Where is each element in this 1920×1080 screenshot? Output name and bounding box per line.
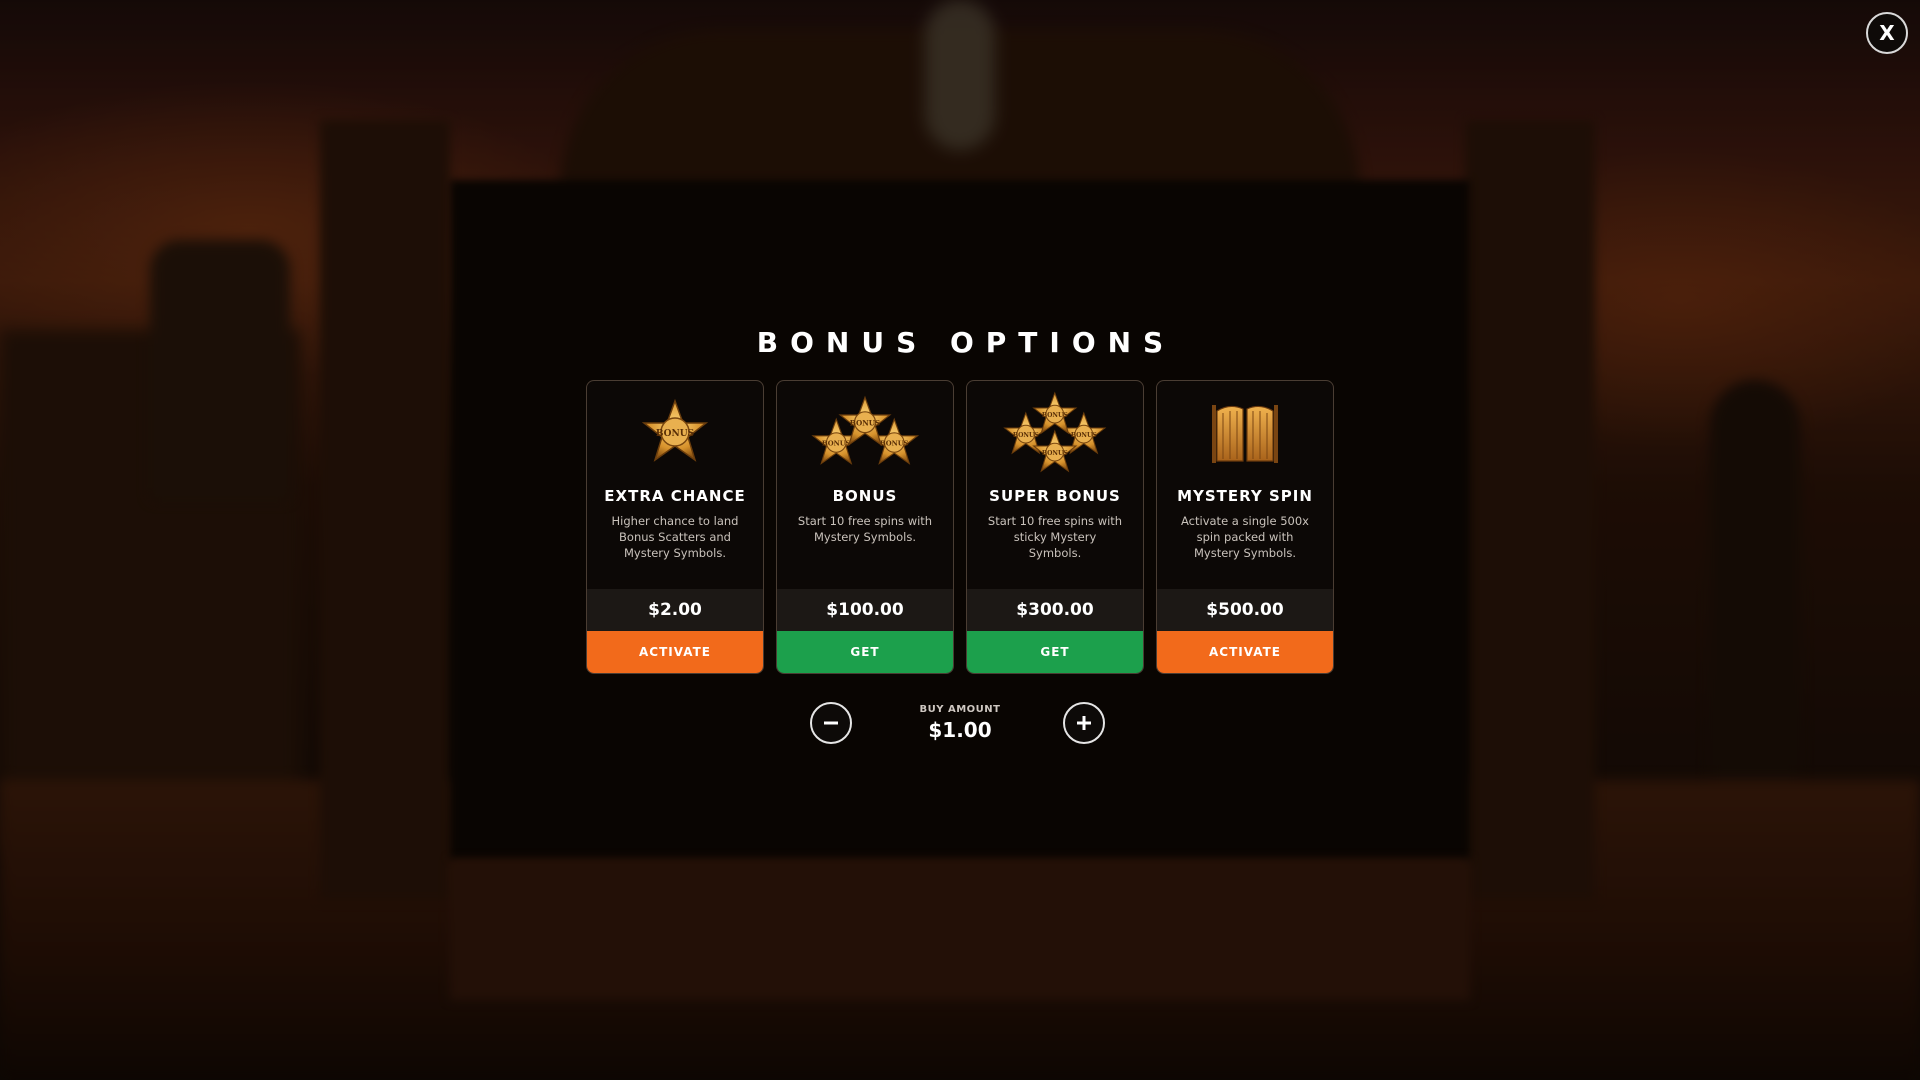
activate-extra-chance-button[interactable]: ACTIVATE: [587, 631, 763, 673]
card-price: $2.00: [587, 588, 763, 632]
card-price: $500.00: [1157, 588, 1333, 632]
badge-text: BONUS: [822, 440, 851, 448]
increase-buy-amount-button[interactable]: [1063, 702, 1105, 744]
card-price: $100.00: [777, 588, 953, 632]
close-button[interactable]: X: [1866, 12, 1908, 54]
card-description: Activate a single 500x spin packed with …: [1181, 514, 1309, 560]
badge-text: BONUS: [850, 418, 881, 427]
card-title: SUPER BONUS: [989, 487, 1121, 505]
bonus-card-super-bonus: BONUS BONUS BONUS BONUS SUPER BONUS Star…: [966, 380, 1144, 674]
plus-icon: [1077, 716, 1091, 730]
card-description: Start 10 free spins with sticky Mystery …: [987, 514, 1123, 560]
decrease-buy-amount-button[interactable]: [810, 702, 852, 744]
bonus-card-bonus: BONUS BONUS BONUS BONUS Start 10 free sp…: [776, 380, 954, 674]
close-icon: X: [1879, 21, 1895, 45]
card-title: BONUS: [832, 487, 898, 505]
bonus-card-extra-chance: BONUS EXTRA CHANCE Higher chance to land…: [586, 380, 764, 674]
badge-text: BONUS: [1042, 450, 1069, 457]
card-description: Higher chance to land Bonus Scatters and…: [611, 514, 739, 560]
activate-mystery-spin-button[interactable]: ACTIVATE: [1157, 631, 1333, 673]
minus-icon: [824, 721, 838, 725]
triple-bonus-star-badge-icon: BONUS BONUS BONUS: [805, 391, 925, 475]
badge-text: BONUS: [656, 429, 694, 439]
card-title: MYSTERY SPIN: [1177, 487, 1313, 505]
badge-text: BONUS: [1013, 432, 1040, 439]
bonus-card-mystery-spin: MYSTERY SPIN Activate a single 500x spin…: [1156, 380, 1334, 674]
modal-title: BONUS OPTIONS: [756, 326, 1176, 359]
single-bonus-star-badge-icon: BONUS: [615, 391, 735, 475]
bonus-options-list: BONUS EXTRA CHANCE Higher chance to land…: [586, 380, 1334, 674]
card-description: Start 10 free spins with Mystery Symbols…: [797, 514, 933, 544]
quad-bonus-star-badge-icon: BONUS BONUS BONUS BONUS: [995, 391, 1115, 475]
buy-amount-label: BUY AMOUNT: [919, 704, 1001, 715]
saloon-doors-icon: [1185, 391, 1305, 475]
buy-amount-value: $1.00: [928, 718, 992, 742]
get-bonus-button[interactable]: GET: [777, 631, 953, 673]
badge-text: BONUS: [1071, 432, 1098, 439]
badge-text: BONUS: [880, 440, 909, 448]
card-title: EXTRA CHANCE: [604, 487, 746, 505]
get-super-bonus-button[interactable]: GET: [967, 631, 1143, 673]
card-price: $300.00: [967, 588, 1143, 632]
badge-text: BONUS: [1042, 412, 1069, 419]
